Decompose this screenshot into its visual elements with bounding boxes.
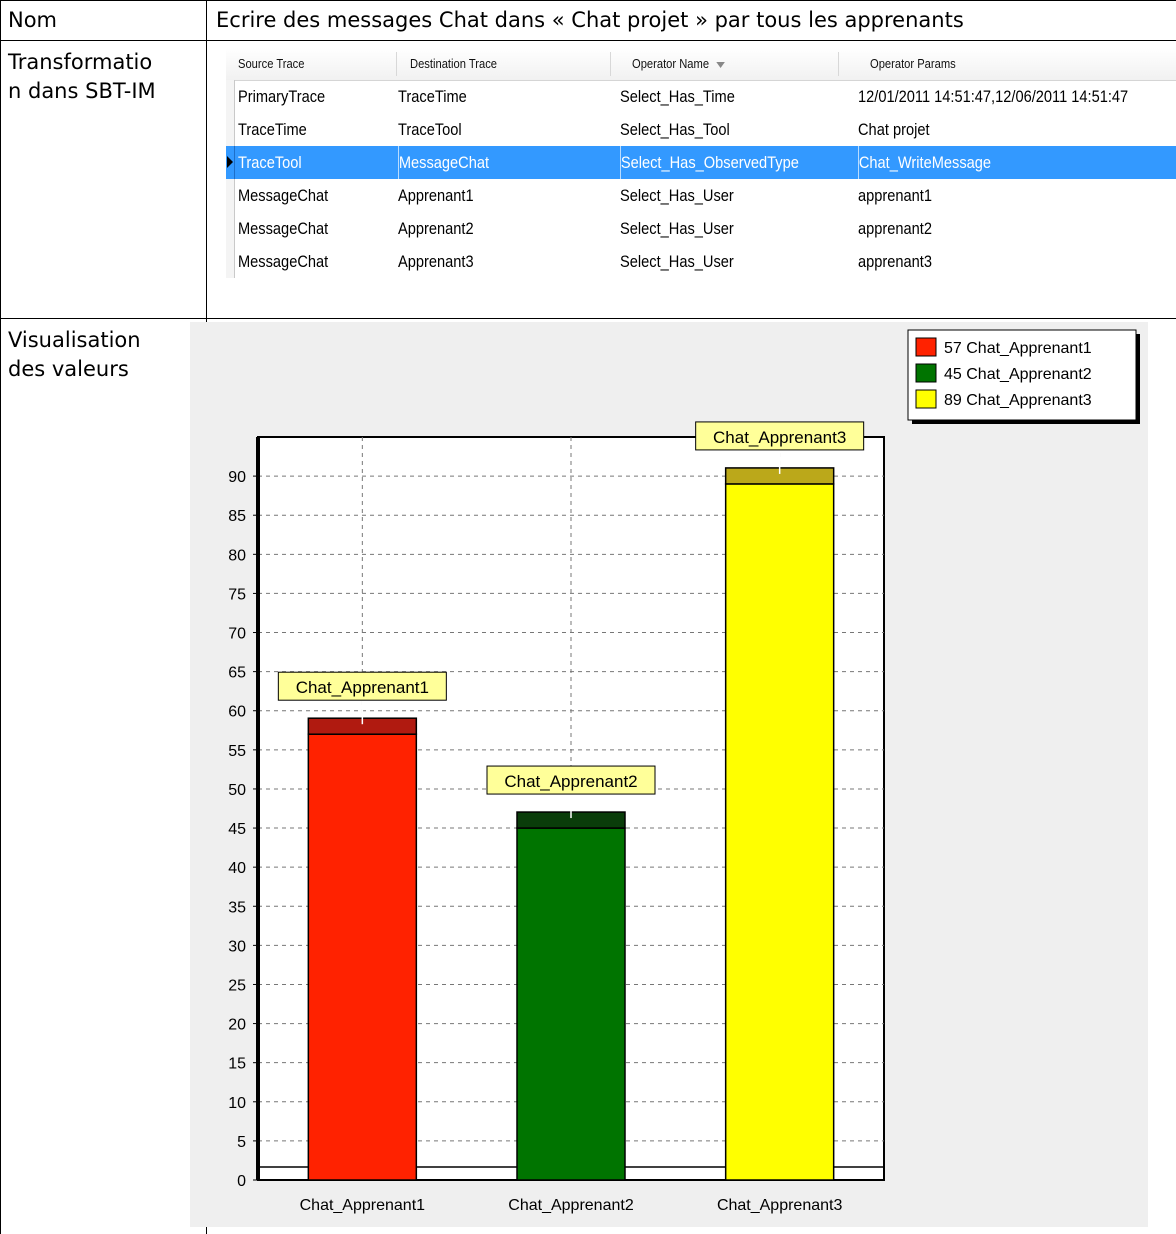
y-tick-label: 35	[228, 899, 246, 916]
y-tick-label: 90	[228, 469, 246, 486]
bar	[516, 827, 626, 1181]
y-tick-label: 15	[228, 1056, 246, 1073]
legend-entry: 45 Chat_Apprenant2	[944, 366, 1092, 383]
column-header-destination[interactable]: Destination Trace	[410, 48, 497, 80]
grid-header: Source Trace Destination Trace Operator …	[226, 48, 1176, 81]
table-border-top	[0, 0, 1176, 1]
table-row[interactable]: TraceTool MessageChat Select_Has_ObservedT…	[226, 146, 1176, 179]
table-cell[interactable]: Chat_WriteMessage	[858, 146, 991, 179]
y-tick-label: 75	[228, 586, 246, 603]
x-tick-label: Chat_Apprenant1	[300, 1197, 426, 1214]
legend-swatch	[915, 337, 937, 357]
table-border-row2	[0, 318, 1176, 319]
table-cell[interactable]: MessageChat	[238, 245, 328, 278]
y-tick-label: 60	[228, 704, 246, 721]
table-cell[interactable]: PrimaryTrace	[238, 80, 325, 113]
row-header[interactable]	[226, 113, 235, 146]
row-header[interactable]	[226, 212, 235, 245]
table-cell[interactable]: Select_Has_Tool	[620, 113, 730, 146]
table-cell[interactable]: MessageChat	[238, 212, 328, 245]
row-label-nom: Nom	[8, 8, 58, 32]
y-tick-label: 55	[228, 743, 246, 760]
y-tick-label: 80	[228, 547, 246, 564]
data-label: Chat_Apprenant1	[296, 678, 429, 697]
table-cell[interactable]: Apprenant3	[398, 245, 474, 278]
y-tick-label: 25	[228, 977, 246, 994]
row-header[interactable]	[226, 179, 235, 212]
legend-swatch	[915, 389, 937, 409]
row-header[interactable]	[226, 245, 235, 278]
row-label-transformation: Transformatio n dans SBT-IM	[8, 50, 156, 103]
table-border-row1	[0, 40, 1176, 41]
bar	[307, 733, 418, 1181]
y-tick-label: 70	[228, 626, 246, 643]
column-header-operator-name[interactable]: Operator Name	[632, 48, 725, 80]
y-tick-label: 50	[228, 782, 246, 799]
table-cell[interactable]: TraceTool	[398, 113, 462, 146]
data-label: Chat_Apprenant2	[504, 772, 637, 791]
column-header-operator-name-label: Operator Name	[632, 56, 710, 71]
header-separator	[610, 52, 611, 76]
table-cell[interactable]: Apprenant1	[398, 179, 474, 212]
row-header[interactable]	[226, 146, 235, 179]
table-cell[interactable]: TraceTime	[238, 113, 307, 146]
header-separator	[838, 52, 839, 76]
y-tick-label: 30	[228, 938, 246, 955]
transformation-grid: Source Trace Destination Trace Operator …	[226, 48, 1176, 288]
table-cell[interactable]: MessageChat	[398, 146, 489, 179]
chart-panel: 0 5 10 15 20 25 30 35 40 45 50 55 60 65 70 75 80 85 90 Chat…	[190, 322, 1148, 1227]
y-tick-label: 0	[237, 1173, 246, 1190]
row-label-visualisation: Visualisation des valeurs	[8, 328, 141, 381]
table-cell[interactable]: Chat projet	[858, 113, 930, 146]
current-row-arrow-icon	[227, 156, 233, 168]
table-cell[interactable]: apprenant3	[858, 245, 932, 278]
table-row[interactable]: MessageChat Apprenant1 Select_Has_User appr…	[226, 179, 1176, 212]
table-cell[interactable]: TraceTime	[398, 80, 467, 113]
table-cell[interactable]: Select_Has_ObservedType	[620, 146, 799, 179]
legend-swatch	[915, 363, 937, 383]
row-header[interactable]	[226, 80, 235, 113]
legend-entry: 89 Chat_Apprenant3	[944, 392, 1092, 409]
header-separator	[396, 52, 397, 76]
table-cell[interactable]: Select_Has_User	[620, 245, 734, 278]
x-tick-label: Chat_Apprenant2	[508, 1197, 634, 1214]
legend-entry: 57 Chat_Apprenant1	[944, 340, 1092, 357]
table-cell[interactable]: apprenant1	[858, 179, 932, 212]
bar	[724, 483, 835, 1181]
table-cell[interactable]: Select_Has_Time	[620, 80, 735, 113]
table-row[interactable]: TraceTime TraceTool Select_Has_Tool Chat pr…	[226, 113, 1176, 146]
column-header-operator-params[interactable]: Operator Params	[870, 48, 956, 80]
y-tick-label: 45	[228, 821, 246, 838]
x-tick-label: Chat_Apprenant3	[717, 1197, 843, 1214]
table-cell[interactable]: 12/01/2011 14:51:47,12/06/2011 14:51:47	[858, 80, 1128, 113]
table-border-left	[0, 0, 1, 1234]
y-tick-label: 65	[228, 665, 246, 682]
table-cell[interactable]: Select_Has_User	[620, 212, 734, 245]
row-content-nom: Ecrire des messages Chat dans « Chat pro…	[216, 8, 964, 32]
sort-down-icon[interactable]	[715, 61, 725, 68]
y-tick-label: 5	[237, 1134, 246, 1151]
y-tick-label: 85	[228, 508, 246, 525]
data-label: Chat_Apprenant3	[713, 428, 846, 447]
y-tick-label: 10	[228, 1095, 246, 1112]
table-row[interactable]: MessageChat Apprenant3 Select_Has_User appr…	[226, 245, 1176, 278]
column-header-source[interactable]: Source Trace	[238, 48, 305, 80]
table-cell[interactable]: TraceTool	[238, 146, 302, 179]
bar-chart: 0 5 10 15 20 25 30 35 40 45 50 55 60 65 70 75 80 85 90 Chat…	[228, 329, 1140, 1214]
table-row[interactable]: MessageChat Apprenant2 Select_Has_User appr…	[226, 212, 1176, 245]
y-tick-label: 40	[228, 860, 246, 877]
table-cell[interactable]: Select_Has_User	[620, 179, 734, 212]
table-cell[interactable]: Apprenant2	[398, 212, 474, 245]
table-row[interactable]: PrimaryTrace TraceTime Select_Has_Time 12/0…	[226, 80, 1176, 113]
y-tick-label: 20	[228, 1017, 246, 1034]
table-cell[interactable]: apprenant2	[858, 212, 932, 245]
table-cell[interactable]: MessageChat	[238, 179, 328, 212]
